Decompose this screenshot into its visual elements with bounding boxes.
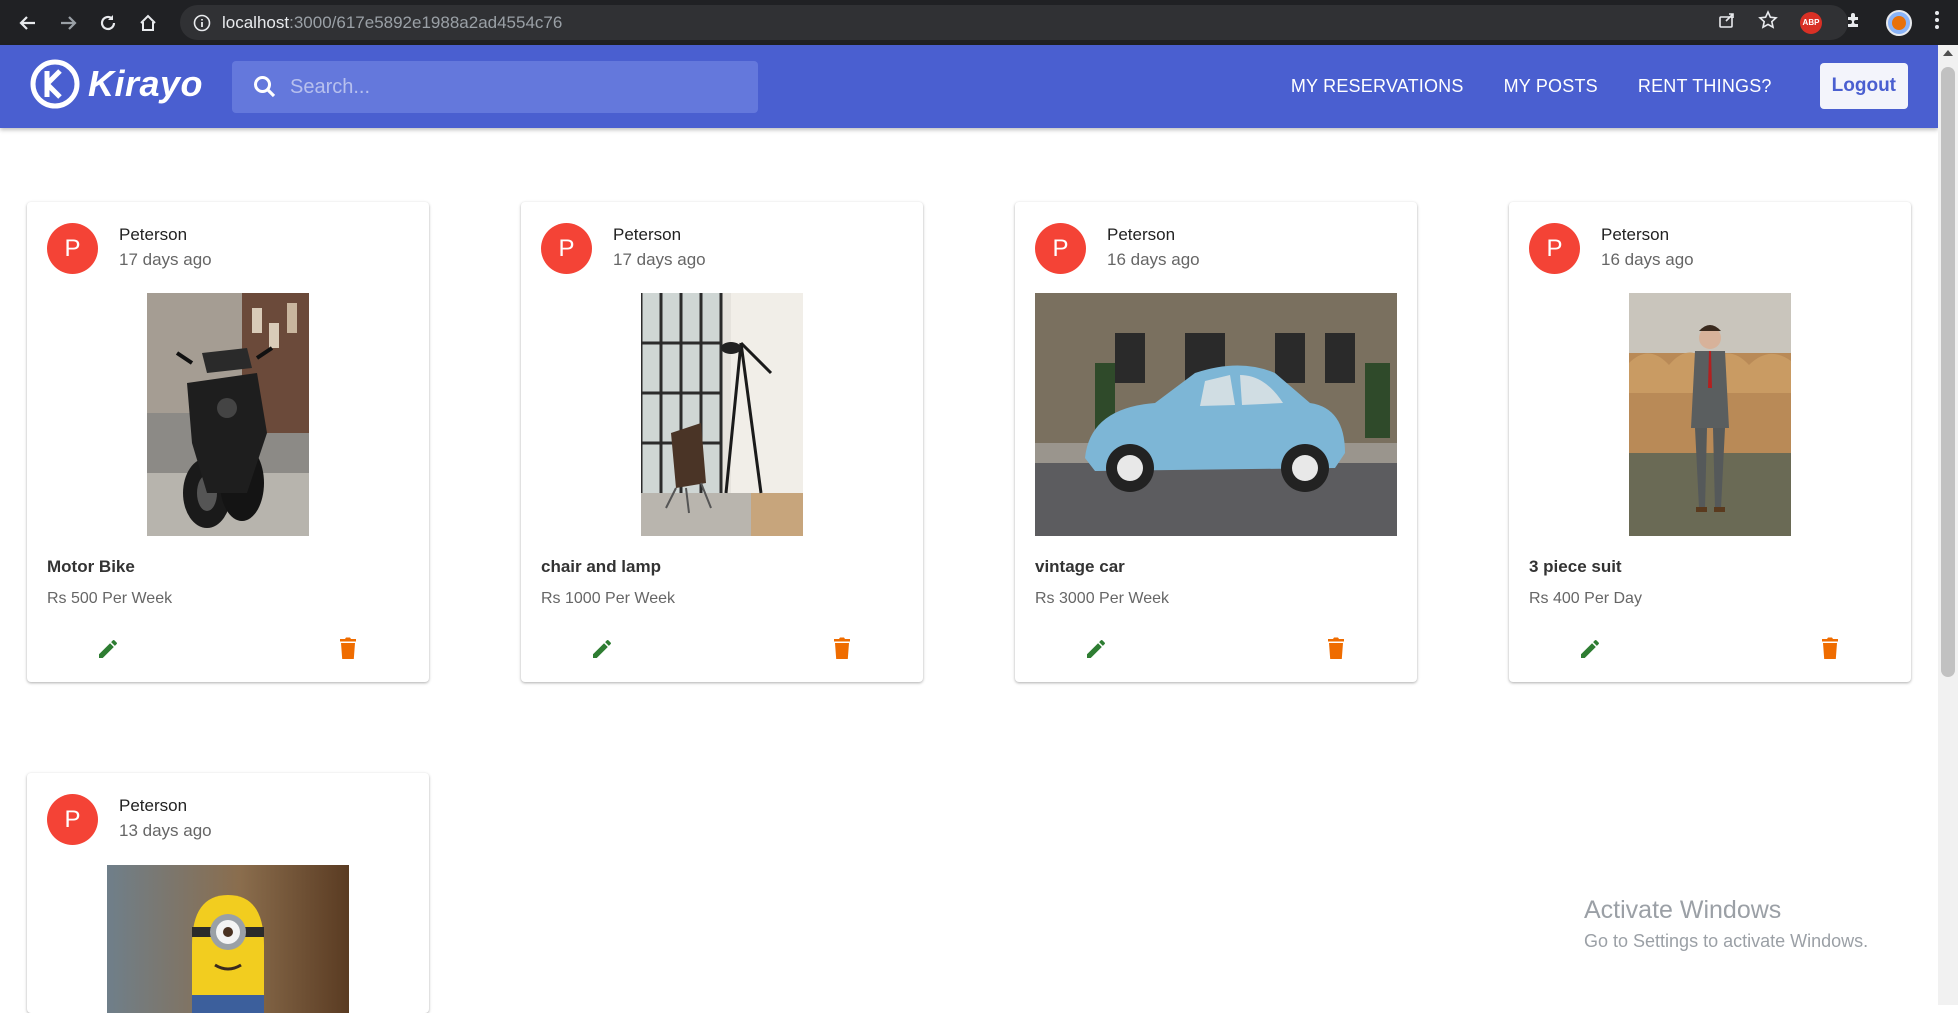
nav-my-posts[interactable]: MY POSTS xyxy=(1504,76,1598,97)
post-card: P Peterson 13 days ago xyxy=(27,773,429,1013)
edit-button[interactable] xyxy=(1081,634,1111,664)
motorbike-image xyxy=(147,293,309,536)
edit-button[interactable] xyxy=(93,634,123,664)
app-header: Kirayo MY RESERVATIONS MY POSTS RENT THI… xyxy=(0,45,1938,128)
post-card: P Peterson 17 days ago chair and lamp Rs… xyxy=(521,202,923,682)
author-name: Peterson xyxy=(119,796,188,815)
card-header: P Peterson 16 days ago xyxy=(1015,202,1417,294)
browser-menu-button[interactable] xyxy=(1934,10,1940,35)
bookmark-star-button[interactable] xyxy=(1758,10,1778,35)
suit-image xyxy=(1629,293,1791,536)
browser-toolbar: localhost:3000/617e5892e1988a2ad4554c76 … xyxy=(0,0,1958,45)
star-icon xyxy=(1758,10,1778,29)
author-name: Peterson xyxy=(613,225,682,244)
pencil-icon xyxy=(1087,639,1105,658)
post-time: 17 days ago xyxy=(613,250,706,269)
avatar: P xyxy=(47,223,98,274)
nav-rent-things[interactable]: RENT THINGS? xyxy=(1638,76,1772,97)
post-price: Rs 500 Per Week xyxy=(47,590,173,607)
avatar: P xyxy=(541,223,592,274)
post-title: vintage car xyxy=(1035,557,1125,576)
post-price: Rs 3000 Per Week xyxy=(1035,590,1169,607)
nav-my-reservations[interactable]: MY RESERVATIONS xyxy=(1291,76,1464,97)
arrow-right-icon xyxy=(61,15,77,30)
avatar: P xyxy=(1529,223,1580,274)
author-name: Peterson xyxy=(1107,225,1176,244)
avatar: P xyxy=(1035,223,1086,274)
post-price: Rs 400 Per Day xyxy=(1529,590,1642,607)
puzzle-icon xyxy=(1848,13,1858,27)
extensions-button[interactable] xyxy=(1844,10,1864,35)
trash-icon xyxy=(834,637,850,659)
share-icon xyxy=(1719,13,1734,28)
chair-lamp-image xyxy=(641,293,803,536)
share-button[interactable] xyxy=(1718,11,1736,34)
search-input[interactable] xyxy=(290,67,730,107)
forward-button[interactable] xyxy=(48,0,88,45)
kirayo-logo[interactable]: Kirayo xyxy=(30,59,203,109)
home-button[interactable] xyxy=(128,0,168,45)
card-header: P Peterson 17 days ago xyxy=(521,202,923,294)
windows-activation-watermark: Activate Windows Go to Settings to activ… xyxy=(1584,896,1868,952)
reload-button[interactable] xyxy=(88,0,128,45)
post-price: Rs 1000 Per Week xyxy=(541,590,675,607)
post-time: 17 days ago xyxy=(119,250,212,269)
back-button[interactable] xyxy=(8,0,48,45)
author-name: Peterson xyxy=(119,225,188,244)
trash-icon xyxy=(1822,637,1838,659)
post-time: 16 days ago xyxy=(1601,250,1694,269)
pencil-icon xyxy=(1581,639,1599,658)
card-header: P Peterson 13 days ago xyxy=(27,773,429,865)
adblock-extension-icon[interactable]: ABP xyxy=(1800,11,1822,34)
reload-icon xyxy=(100,14,116,30)
watermark-title: Activate Windows xyxy=(1584,896,1782,924)
arrow-left-icon xyxy=(19,15,35,30)
blue-car-image xyxy=(1035,293,1397,536)
card-header: P Peterson 16 days ago xyxy=(1509,202,1911,294)
pencil-icon xyxy=(593,639,611,658)
scroll-thumb[interactable] xyxy=(1941,67,1955,677)
edit-button[interactable] xyxy=(1575,634,1605,664)
avatar: P xyxy=(47,794,98,845)
page-scrollbar[interactable] xyxy=(1938,45,1958,1005)
post-title: 3 piece suit xyxy=(1529,557,1622,576)
nav-links: MY RESERVATIONS MY POSTS RENT THINGS? Lo… xyxy=(1291,63,1908,109)
info-icon[interactable] xyxy=(192,13,212,33)
post-card: P Peterson 16 days ago vintage car Rs 30… xyxy=(1015,202,1417,682)
post-title: chair and lamp xyxy=(541,557,661,576)
address-bar[interactable]: localhost:3000/617e5892e1988a2ad4554c76 xyxy=(180,5,1848,40)
trash-icon xyxy=(340,637,356,659)
pencil-icon xyxy=(99,639,117,658)
post-time: 13 days ago xyxy=(119,821,212,840)
watermark-subtitle: Go to Settings to activate Windows. xyxy=(1584,931,1869,951)
profile-avatar[interactable] xyxy=(1886,9,1912,36)
url-path: :3000/617e5892e1988a2ad4554c76 xyxy=(289,12,563,32)
card-header: P Peterson 17 days ago xyxy=(27,202,429,294)
logo-text: Kirayo xyxy=(88,63,204,104)
home-icon xyxy=(140,14,156,31)
url-text[interactable]: localhost:3000/617e5892e1988a2ad4554c76 xyxy=(222,13,562,33)
delete-button[interactable] xyxy=(827,632,857,664)
edit-button[interactable] xyxy=(587,634,617,664)
post-time: 16 days ago xyxy=(1107,250,1200,269)
logo-k-icon xyxy=(30,59,80,109)
search-icon xyxy=(254,76,276,98)
url-host: localhost xyxy=(222,12,290,32)
trash-icon xyxy=(1328,637,1344,659)
post-card: P Peterson 16 days ago 3 piece suit Rs 4… xyxy=(1509,202,1911,682)
author-name: Peterson xyxy=(1601,225,1670,244)
post-title: Motor Bike xyxy=(47,557,135,576)
delete-button[interactable] xyxy=(333,632,363,664)
post-card: P Peterson 17 days ago Motor Bike Rs 500… xyxy=(27,202,429,682)
logout-button[interactable]: Logout xyxy=(1819,63,1908,109)
kebab-menu-icon xyxy=(1935,11,1939,29)
minion-image xyxy=(107,865,349,1013)
delete-button[interactable] xyxy=(1815,632,1845,664)
search-box[interactable] xyxy=(232,61,758,113)
delete-button[interactable] xyxy=(1321,632,1351,664)
scroll-up-arrow-icon[interactable] xyxy=(1943,50,1953,56)
